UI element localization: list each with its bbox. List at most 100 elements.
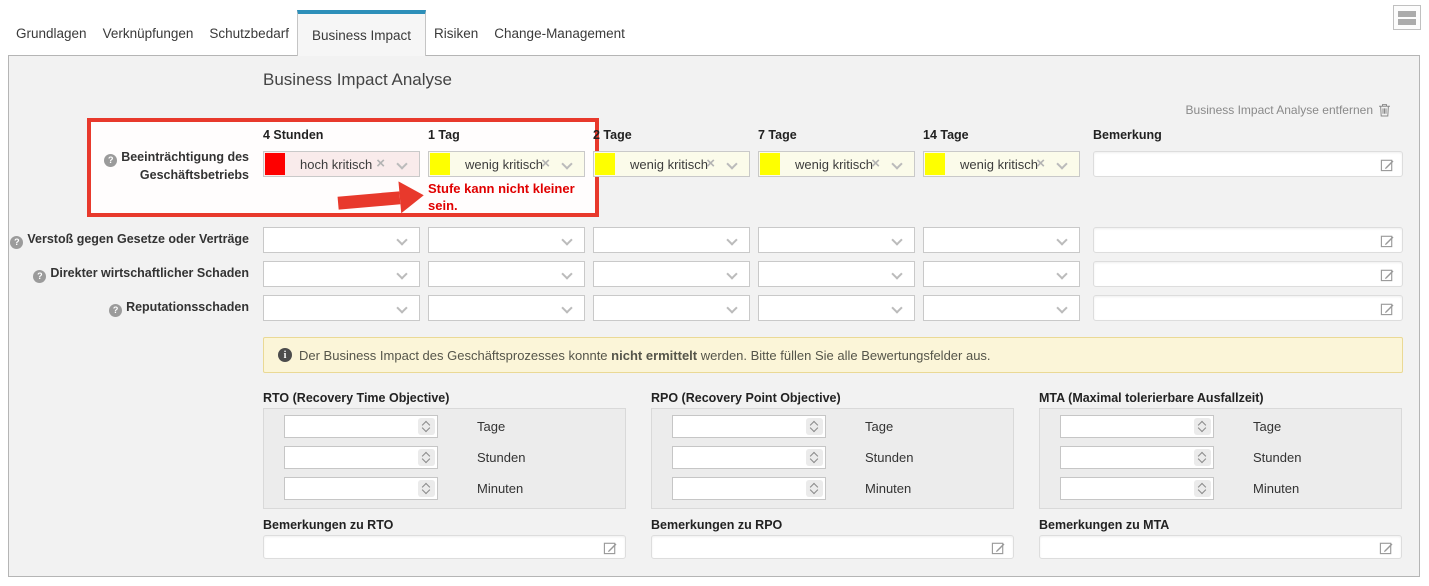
clear-icon[interactable]: × [706,155,715,173]
remark-input-row-1[interactable] [1100,153,1370,175]
dropdown-impact-4-stunden[interactable]: hoch kritisch × [263,151,420,177]
dropdown-schaden-14-tage[interactable] [923,261,1080,287]
clear-icon[interactable]: × [1036,155,1045,173]
chevron-down-icon[interactable] [1056,234,1067,245]
section-rpo: RPO (Recovery Point Objective) Tage Stun… [651,391,1014,563]
mta-tage-input[interactable] [1065,417,1187,436]
chevron-down-icon[interactable] [726,158,737,169]
chevron-down-icon[interactable] [561,302,572,313]
dropdown-schaden-4-stunden[interactable] [263,261,420,287]
chevron-down-icon[interactable] [891,158,902,169]
dropdown-reputation-14-tage[interactable] [923,295,1080,321]
dropdown-reputation-2-tage[interactable] [593,295,750,321]
chevron-down-icon[interactable] [396,158,407,169]
edit-icon[interactable] [1380,157,1395,172]
chevron-down-icon[interactable] [1056,158,1067,169]
remark-field-row-1 [1093,151,1403,177]
stepper-arrows-icon[interactable] [806,480,823,497]
edit-icon[interactable] [1380,301,1395,316]
tab-business-impact[interactable]: Business Impact [297,10,426,56]
rto-minuten-input[interactable] [289,479,411,498]
clear-icon[interactable]: × [871,155,880,173]
tab-schutzbedarf[interactable]: Schutzbedarf [201,0,297,55]
rto-tage-input[interactable] [289,417,411,436]
edit-icon[interactable] [991,540,1006,555]
rpo-minuten-input[interactable] [677,479,799,498]
stepper-arrows-icon[interactable] [418,449,435,466]
column-header-7-tage: 7 Tage [758,128,797,142]
dropdown-reputation-4-stunden[interactable] [263,295,420,321]
remove-bia-button[interactable]: Business Impact Analyse entfernen [1186,103,1391,117]
tab-change-management[interactable]: Change-Management [486,0,633,55]
rpo-stunden-input[interactable] [677,448,799,467]
rpo-minuten-stepper [672,477,826,500]
remark-input-row-2[interactable] [1100,229,1370,251]
mta-minuten-stepper [1060,477,1214,500]
dropdown-verstoss-14-tage[interactable] [923,227,1080,253]
mta-minuten-input[interactable] [1065,479,1187,498]
stepper-arrows-icon[interactable] [1194,418,1211,435]
chevron-down-icon[interactable] [396,234,407,245]
chevron-down-icon[interactable] [726,302,737,313]
edit-icon[interactable] [1380,267,1395,282]
edit-icon[interactable] [603,540,618,555]
unit-label: Tage [1253,419,1281,434]
unit-label: Tage [865,419,893,434]
mta-remark-input[interactable] [1046,537,1366,557]
rpo-remark-label: Bemerkungen zu RPO [651,518,782,532]
dropdown-impact-2-tage[interactable]: wenig kritisch × [593,151,750,177]
dropdown-schaden-2-tage[interactable] [593,261,750,287]
dropdown-reputation-7-tage[interactable] [758,295,915,321]
row-label-wirtschaftlicher-schaden: ?Direkter wirtschaftlicher Schaden [33,266,249,283]
tab-risiken[interactable]: Risiken [426,0,486,55]
chevron-down-icon[interactable] [891,234,902,245]
stepper-arrows-icon[interactable] [418,418,435,435]
edit-icon[interactable] [1379,540,1394,555]
tab-grundlagen[interactable]: Grundlagen [8,0,95,55]
help-icon[interactable]: ? [33,270,46,283]
chevron-down-icon[interactable] [396,302,407,313]
help-icon[interactable]: ? [109,304,122,317]
stepper-arrows-icon[interactable] [806,418,823,435]
rto-remark-input[interactable] [270,537,590,557]
chevron-down-icon[interactable] [1056,302,1067,313]
chevron-down-icon[interactable] [891,268,902,279]
chevron-down-icon[interactable] [561,158,572,169]
dropdown-impact-1-tag[interactable]: wenig kritisch × [428,151,585,177]
dropdown-verstoss-2-tage[interactable] [593,227,750,253]
clear-icon[interactable]: × [376,155,385,173]
dropdown-impact-14-tage[interactable]: wenig kritisch × [923,151,1080,177]
level-color-swatch [265,153,285,175]
dropdown-schaden-7-tage[interactable] [758,261,915,287]
dropdown-impact-7-tage[interactable]: wenig kritisch × [758,151,915,177]
chevron-down-icon[interactable] [561,268,572,279]
rto-stunden-input[interactable] [289,448,411,467]
chevron-down-icon[interactable] [1056,268,1067,279]
help-icon[interactable]: ? [104,154,117,167]
level-color-swatch [925,153,945,175]
stepper-arrows-icon[interactable] [806,449,823,466]
mta-stunden-input[interactable] [1065,448,1187,467]
chevron-down-icon[interactable] [891,302,902,313]
dropdown-reputation-1-tag[interactable] [428,295,585,321]
rpo-remark-input[interactable] [658,537,978,557]
help-icon[interactable]: ? [10,236,23,249]
chevron-down-icon[interactable] [726,234,737,245]
dropdown-verstoss-1-tag[interactable] [428,227,585,253]
tab-verknuepfungen[interactable]: Verknüpfungen [95,0,202,55]
dropdown-verstoss-4-stunden[interactable] [263,227,420,253]
remark-input-row-3[interactable] [1100,263,1370,285]
chevron-down-icon[interactable] [396,268,407,279]
stepper-arrows-icon[interactable] [418,480,435,497]
menu-icon[interactable] [1393,5,1421,30]
dropdown-schaden-1-tag[interactable] [428,261,585,287]
edit-icon[interactable] [1380,233,1395,248]
stepper-arrows-icon[interactable] [1194,449,1211,466]
chevron-down-icon[interactable] [561,234,572,245]
rpo-tage-input[interactable] [677,417,799,436]
chevron-down-icon[interactable] [726,268,737,279]
stepper-arrows-icon[interactable] [1194,480,1211,497]
clear-icon[interactable]: × [541,155,550,173]
remark-input-row-4[interactable] [1100,297,1370,319]
dropdown-verstoss-7-tage[interactable] [758,227,915,253]
